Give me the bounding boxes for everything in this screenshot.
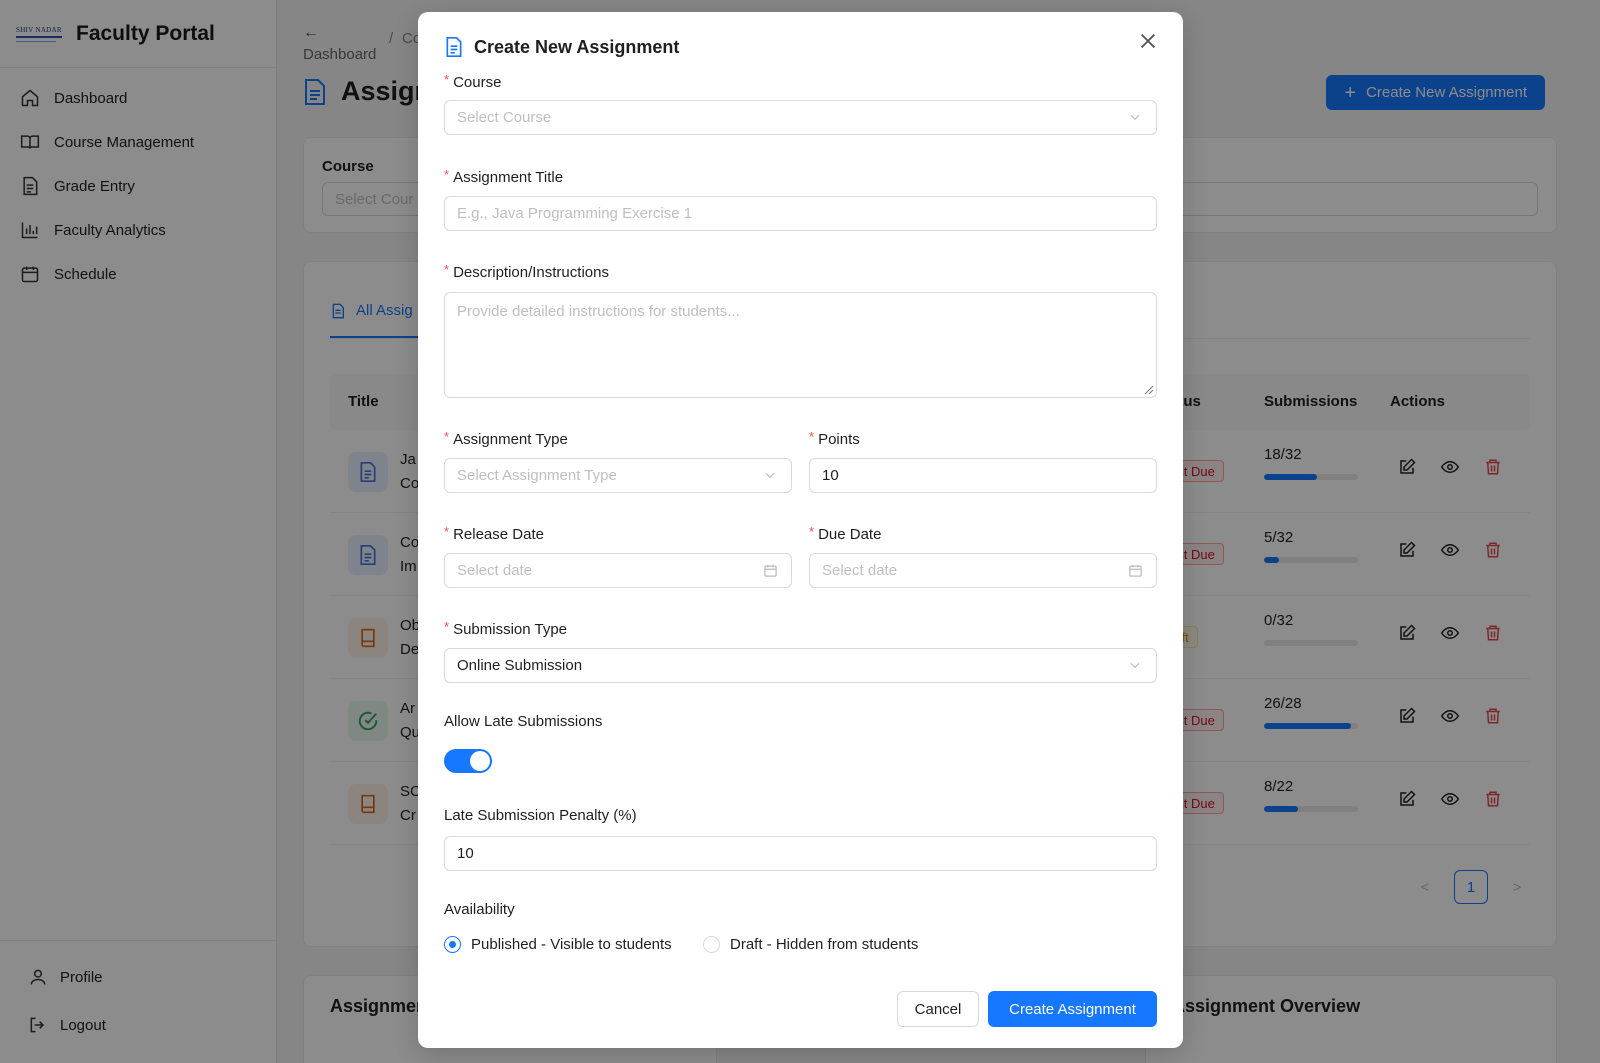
chevron-down-icon: [1128, 110, 1144, 126]
course-select[interactable]: Select Course: [444, 100, 1157, 135]
create-assignment-modal: Create New Assignment * Course Select Cou…: [418, 12, 1183, 1048]
availability-label: Availability: [444, 901, 515, 918]
description-label: * Description/Instructions: [444, 262, 609, 281]
radio-label: Published - Visible to students: [471, 936, 672, 953]
assignment-title-label: * Assignment Title: [444, 167, 564, 186]
release-date-label: * Release Date: [444, 524, 544, 543]
due-date-label: * Due Date: [809, 524, 882, 543]
allow-late-toggle[interactable]: [444, 749, 492, 773]
points-label: * Points: [809, 429, 860, 448]
create-assignment-submit-button[interactable]: Create Assignment: [988, 991, 1157, 1027]
radio-published[interactable]: Published - Visible to students: [444, 936, 672, 953]
modal-header: Create New Assignment: [444, 36, 679, 58]
assignment-title-input[interactable]: E.g., Java Programming Exercise 1: [444, 196, 1157, 231]
radio-button[interactable]: [703, 936, 720, 953]
assignment-type-select[interactable]: Select Assignment Type: [444, 458, 792, 493]
assignment-type-label: * Assignment Type: [444, 429, 568, 448]
late-penalty-input[interactable]: 10: [444, 836, 1157, 871]
submission-type-label: * Submission Type: [444, 619, 568, 638]
release-date-picker[interactable]: Select date: [444, 553, 792, 588]
late-penalty-label: Late Submission Penalty (%): [444, 807, 637, 824]
radio-draft[interactable]: Draft - Hidden from students: [703, 936, 918, 953]
points-input[interactable]: 10: [809, 458, 1157, 493]
chevron-down-icon: [1128, 658, 1144, 674]
toggle-knob: [470, 751, 490, 771]
radio-label: Draft - Hidden from students: [730, 936, 919, 953]
document-icon: [444, 36, 464, 58]
submission-type-select[interactable]: Online Submission: [444, 648, 1157, 683]
due-date-picker[interactable]: Select date: [809, 553, 1157, 588]
radio-button[interactable]: [444, 936, 461, 953]
chevron-down-icon: [763, 468, 779, 484]
allow-late-label: Allow Late Submissions: [444, 713, 603, 730]
resize-handle-icon[interactable]: [1144, 385, 1154, 395]
calendar-icon: [763, 563, 779, 579]
calendar-icon: [1128, 563, 1144, 579]
course-label: * Course: [444, 72, 502, 91]
close-icon[interactable]: [1137, 30, 1161, 54]
modal-title: Create New Assignment: [474, 36, 680, 57]
cancel-button[interactable]: Cancel: [897, 991, 979, 1027]
description-textarea[interactable]: Provide detailed instructions for studen…: [444, 292, 1157, 398]
